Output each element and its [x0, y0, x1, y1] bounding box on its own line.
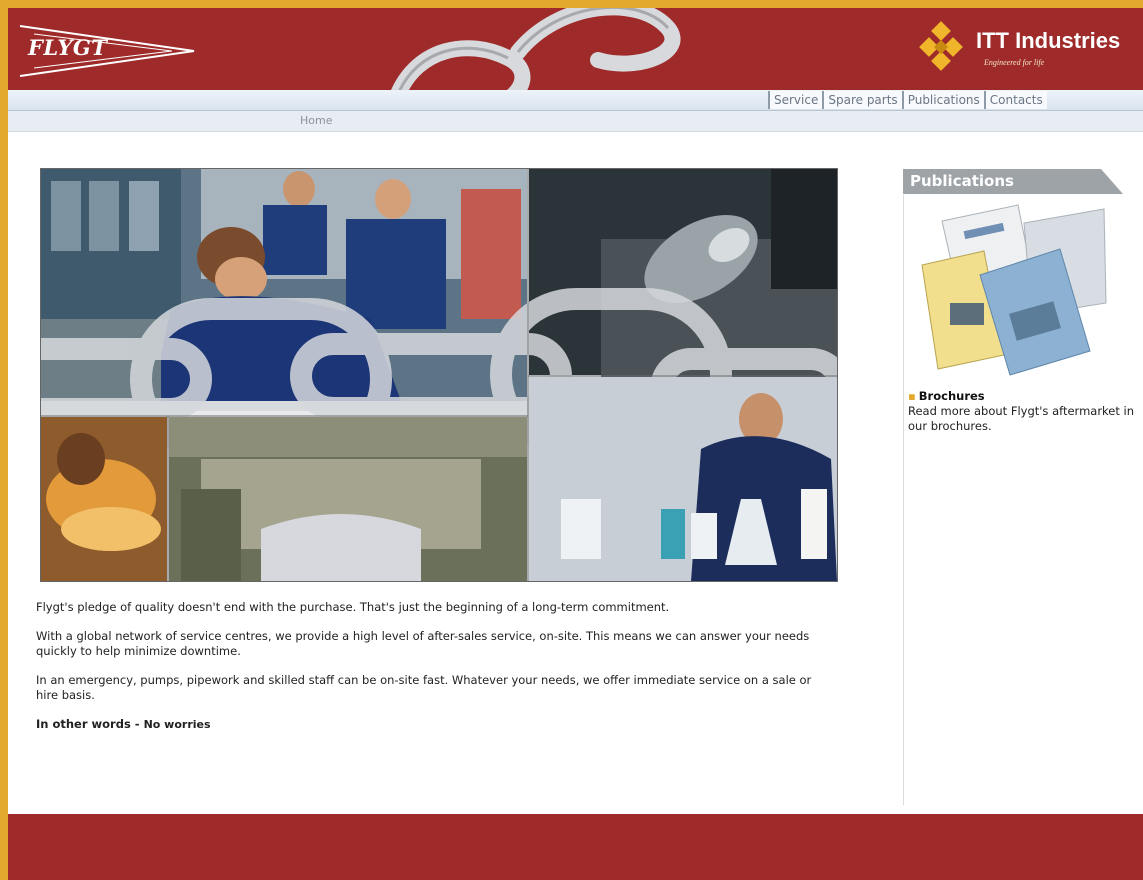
brochures-description: Read more about Flygt's aftermarket in o…	[908, 404, 1135, 433]
content-paragraph: In an emergency, pumps, pipework and ski…	[36, 673, 812, 702]
brochures-title: Brochures	[918, 389, 985, 403]
itt-tagline: Engineered for life	[984, 58, 1045, 67]
slogan-no-worries: No worries	[143, 718, 211, 731]
slogan-prefix: In other words -	[36, 717, 144, 731]
chain-graphic-icon	[391, 8, 681, 90]
main-content: Flygt's pledge of quality doesn't end wi…	[36, 600, 836, 746]
site-footer	[8, 814, 1143, 880]
breadcrumb-home[interactable]: Home	[300, 114, 332, 127]
content-paragraph: With a global network of service centres…	[36, 629, 810, 658]
breadcrumb-bar: Home	[8, 111, 1143, 132]
slogan: In other words - No worries	[36, 717, 836, 732]
site-header: FLYGT ITT Industries Engineered for life	[8, 8, 1143, 90]
publications-header-title[interactable]: Publications	[910, 172, 1014, 190]
nav-item-service[interactable]: Service	[768, 91, 823, 109]
nav-item-contacts[interactable]: Contacts	[983, 91, 1047, 109]
content-paragraph: Flygt's pledge of quality doesn't end wi…	[36, 600, 670, 614]
nav-items: Service Spare parts Publications Contact…	[768, 91, 1047, 109]
main-nav: Service Spare parts Publications Contact…	[8, 90, 1143, 111]
itt-logo-icon[interactable]	[916, 20, 972, 76]
hero-collage-image	[40, 168, 838, 582]
nav-item-spare-parts[interactable]: Spare parts	[822, 91, 902, 109]
sidebar-divider	[903, 195, 904, 805]
hero-collage-graphic	[41, 169, 837, 581]
brochures-link[interactable]: ▪ Brochures	[908, 389, 985, 403]
itt-industries-name: ITT Industries	[976, 28, 1121, 53]
bullet-icon: ▪	[908, 389, 916, 403]
brochures-image[interactable]	[920, 203, 1110, 381]
flygt-logo-text: FLYGT	[28, 35, 108, 60]
nav-item-publications[interactable]: Publications	[901, 91, 984, 109]
